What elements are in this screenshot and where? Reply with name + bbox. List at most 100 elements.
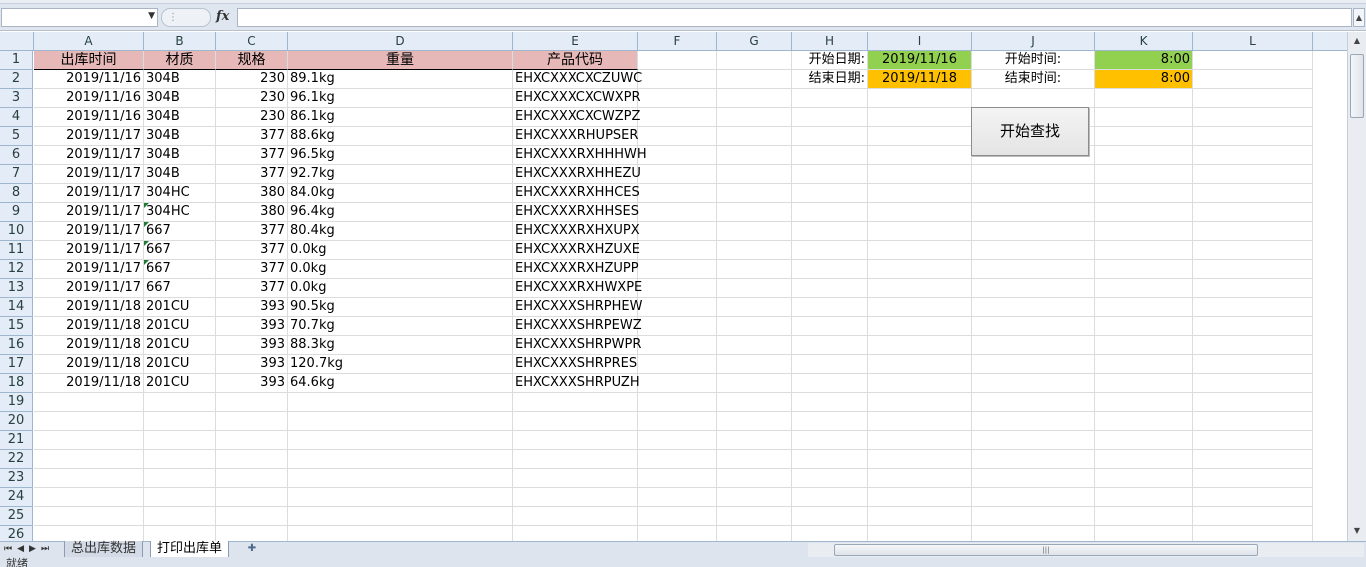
grid-cell[interactable] — [972, 469, 1095, 488]
start-date-label[interactable]: 开始日期: — [792, 51, 868, 70]
end-date-label[interactable]: 结束日期: — [792, 70, 868, 89]
grid-cell[interactable] — [868, 184, 972, 203]
cell-weight[interactable]: 96.4kg — [288, 203, 513, 222]
grid-cell[interactable] — [717, 260, 792, 279]
grid-cell[interactable] — [792, 507, 868, 526]
grid-cell[interactable] — [717, 165, 792, 184]
row-header[interactable]: 22 — [0, 450, 33, 469]
cell-code[interactable]: EHXCXXXCXCWZPZ — [513, 108, 640, 127]
grid-cell[interactable] — [1193, 222, 1313, 241]
cell-code[interactable]: EHXCXXXCXCWXPR — [513, 89, 641, 108]
grid-cell[interactable] — [717, 469, 792, 488]
grid-cell[interactable] — [1193, 298, 1313, 317]
grid-cell[interactable] — [717, 70, 792, 89]
cell-date[interactable]: 2019/11/17 — [34, 146, 144, 165]
grid-cell[interactable] — [638, 165, 717, 184]
vertical-scrollbar[interactable]: ▲ ▼ — [1347, 32, 1366, 541]
grid-cell[interactable] — [638, 317, 717, 336]
grid-cell[interactable] — [1193, 469, 1313, 488]
grid-cell[interactable] — [1095, 450, 1193, 469]
grid-cell[interactable] — [34, 507, 144, 526]
cell-material[interactable]: 304B — [144, 146, 216, 165]
cell-spec[interactable]: 393 — [216, 298, 288, 317]
cell-code[interactable]: EHXCXXXRXHWXPE — [513, 279, 642, 298]
grid-cell[interactable] — [868, 317, 972, 336]
grid-cell[interactable] — [1095, 374, 1193, 393]
grid-cell[interactable] — [1193, 317, 1313, 336]
cell-code[interactable]: EHXCXXXSHRPUZH — [513, 374, 640, 393]
grid-cell[interactable] — [717, 507, 792, 526]
header-time[interactable]: 出库时间 — [34, 51, 144, 70]
row-header[interactable]: 11 — [0, 241, 33, 260]
grid-cell[interactable] — [1095, 488, 1193, 507]
scroll-down-icon[interactable]: ▼ — [1350, 524, 1364, 538]
grid-cell[interactable] — [1095, 469, 1193, 488]
grid-cell[interactable] — [638, 279, 717, 298]
column-header-l[interactable]: L — [1193, 32, 1313, 51]
grid-cell[interactable] — [717, 241, 792, 260]
grid-cell[interactable] — [717, 184, 792, 203]
row-header[interactable]: 2 — [0, 70, 33, 89]
grid-cell[interactable] — [868, 374, 972, 393]
grid-cell[interactable] — [717, 279, 792, 298]
grid-cell[interactable] — [792, 108, 868, 127]
cell-spec[interactable]: 377 — [216, 165, 288, 184]
grid-cell[interactable] — [34, 393, 144, 412]
grid-cell[interactable] — [868, 146, 972, 165]
grid-cell[interactable] — [638, 431, 717, 450]
row-header[interactable]: 10 — [0, 222, 33, 241]
cell-code[interactable]: EHXCXXXSHRPEWZ — [513, 317, 642, 336]
grid-cell[interactable] — [1095, 317, 1193, 336]
cell-material[interactable]: 201CU — [144, 355, 216, 374]
grid-cell[interactable] — [1095, 241, 1193, 260]
grid-cell[interactable] — [792, 298, 868, 317]
grid-cell[interactable] — [717, 146, 792, 165]
start-time-label[interactable]: 开始时间: — [972, 51, 1095, 70]
search-button[interactable]: 开始查找 — [971, 107, 1089, 156]
grid-cell[interactable] — [638, 355, 717, 374]
grid-cell[interactable] — [638, 146, 717, 165]
grid-cell[interactable] — [792, 526, 868, 541]
grid-cell[interactable] — [638, 488, 717, 507]
cell-weight[interactable]: 89.1kg — [288, 70, 513, 89]
header-spec[interactable]: 规格 — [216, 51, 288, 70]
column-header-a[interactable]: A — [34, 32, 144, 51]
grid-cell[interactable] — [638, 241, 717, 260]
grid-cell[interactable] — [1095, 431, 1193, 450]
grid-cell[interactable] — [1095, 355, 1193, 374]
grid-cell[interactable] — [972, 203, 1095, 222]
header-material[interactable]: 材质 — [144, 51, 216, 70]
column-header-j[interactable]: J — [972, 32, 1095, 51]
cell-spec[interactable]: 230 — [216, 70, 288, 89]
cell-spec[interactable]: 230 — [216, 89, 288, 108]
grid-cell[interactable] — [513, 450, 638, 469]
cell-date[interactable]: 2019/11/18 — [34, 374, 144, 393]
cell-material[interactable]: 201CU — [144, 374, 216, 393]
insert-sheet-icon[interactable]: ✚ — [241, 542, 263, 557]
grid-cell[interactable] — [1095, 298, 1193, 317]
cell-date[interactable]: 2019/11/18 — [34, 355, 144, 374]
grid-cell[interactable] — [288, 469, 513, 488]
grid-cell[interactable] — [792, 450, 868, 469]
grid-cell[interactable] — [638, 469, 717, 488]
cell-material[interactable]: 667 — [144, 241, 216, 260]
cell-material[interactable]: 304B — [144, 127, 216, 146]
cell-spec[interactable]: 230 — [216, 108, 288, 127]
grid-cell[interactable] — [1095, 412, 1193, 431]
scroll-up-icon[interactable]: ▲ — [1350, 34, 1364, 48]
row-header[interactable]: 17 — [0, 355, 33, 374]
grid-cell[interactable] — [216, 431, 288, 450]
grid-cell[interactable] — [1095, 526, 1193, 541]
row-header[interactable]: 16 — [0, 336, 33, 355]
start-time-input[interactable]: 8:00 — [1095, 51, 1193, 70]
select-all-corner[interactable] — [0, 32, 34, 51]
cell-code[interactable]: EHXCXXXRXHHCES — [513, 184, 640, 203]
grid-cell[interactable] — [717, 317, 792, 336]
cell-material[interactable]: 304HC — [144, 203, 216, 222]
grid-cell[interactable] — [717, 51, 792, 70]
grid-cell[interactable] — [1193, 184, 1313, 203]
grid-cell[interactable] — [216, 488, 288, 507]
grid-cell[interactable] — [638, 89, 717, 108]
grid-cell[interactable] — [144, 488, 216, 507]
grid-cell[interactable] — [513, 431, 638, 450]
